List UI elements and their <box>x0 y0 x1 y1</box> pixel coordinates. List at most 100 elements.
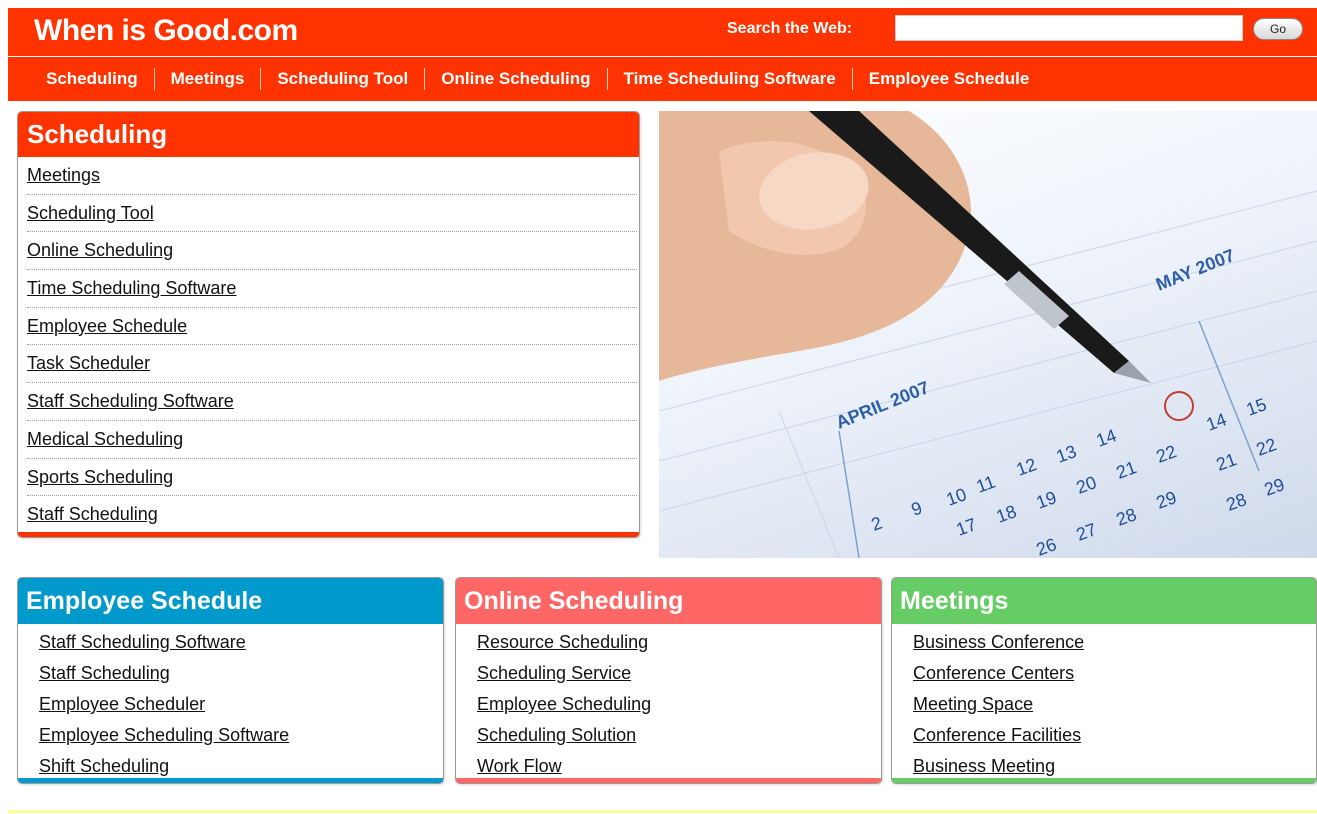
svg-text:19: 19 <box>1034 487 1060 513</box>
list-item: Time Scheduling Software <box>27 270 637 308</box>
site-logo[interactable]: When is Good.com <box>34 14 298 48</box>
svg-text:12: 12 <box>1014 454 1040 480</box>
svg-text:26: 26 <box>1034 534 1060 558</box>
footer-divider <box>8 810 1317 813</box>
list-item: Medical Scheduling <box>27 421 637 459</box>
nav-item-scheduling-tool[interactable]: Scheduling Tool <box>277 69 408 89</box>
scheduling-box: Scheduling Meetings Scheduling Tool Onli… <box>17 111 640 538</box>
go-button[interactable]: Go <box>1253 18 1303 40</box>
scheduling-link-list: Meetings Scheduling Tool Online Scheduli… <box>18 157 639 534</box>
employee-link[interactable]: Employee Scheduling Software <box>39 725 289 745</box>
online-link-list: Resource Scheduling Scheduling Service E… <box>456 624 881 783</box>
calendar-label-may: MAY 2007 <box>1153 245 1238 295</box>
nav-bar: Scheduling Meetings Scheduling Tool Onli… <box>8 57 1317 101</box>
nav-item-online-scheduling[interactable]: Online Scheduling <box>441 69 590 89</box>
svg-text:15: 15 <box>1244 394 1270 420</box>
meetings-link-list: Business Conference Conference Centers M… <box>892 624 1316 783</box>
box-bottom-stripe <box>18 532 639 537</box>
online-link[interactable]: Employee Scheduling <box>477 694 651 714</box>
box-bottom-stripe <box>456 778 881 783</box>
svg-text:14: 14 <box>1094 425 1120 451</box>
scheduling-link[interactable]: Staff Scheduling <box>27 504 158 524</box>
box-bottom-stripe <box>18 778 443 783</box>
list-item: Business Conference <box>913 628 1316 659</box>
scheduling-link[interactable]: Online Scheduling <box>27 240 173 260</box>
employee-link-list: Staff Scheduling Software Staff Scheduli… <box>18 624 443 783</box>
svg-text:22: 22 <box>1154 441 1180 467</box>
list-item: Staff Scheduling Software <box>27 383 637 421</box>
list-item: Scheduling Solution <box>477 721 881 752</box>
scheduling-link[interactable]: Time Scheduling Software <box>27 278 236 298</box>
meetings-box: Meetings Business Conference Conference … <box>891 577 1317 784</box>
nav-divider <box>424 68 426 90</box>
svg-text:14: 14 <box>1204 409 1230 435</box>
nav-item-scheduling[interactable]: Scheduling <box>46 69 138 89</box>
svg-text:2: 2 <box>869 513 885 535</box>
list-item: Meetings <box>27 157 637 195</box>
nav-divider <box>606 68 608 90</box>
list-item: Meeting Space <box>913 690 1316 721</box>
svg-text:17: 17 <box>954 514 980 540</box>
calendar-label-april: APRIL 2007 <box>833 377 932 433</box>
list-item: Online Scheduling <box>27 232 637 271</box>
online-link[interactable]: Scheduling Service <box>477 663 631 683</box>
meetings-box-title: Meetings <box>892 578 1316 624</box>
meetings-link[interactable]: Business Meeting <box>913 756 1055 776</box>
online-link[interactable]: Scheduling Solution <box>477 725 636 745</box>
scheduling-link[interactable]: Task Scheduler <box>27 353 150 373</box>
employee-link[interactable]: Employee Scheduler <box>39 694 205 714</box>
nav-item-time-scheduling-software[interactable]: Time Scheduling Software <box>624 69 836 89</box>
list-item: Task Scheduler <box>27 345 637 384</box>
nav-divider <box>153 68 155 90</box>
list-item: Employee Scheduling <box>477 690 881 721</box>
employee-schedule-box: Employee Schedule Staff Scheduling Softw… <box>17 577 444 784</box>
list-item: Conference Facilities <box>913 721 1316 752</box>
search-input[interactable] <box>895 15 1243 41</box>
employee-schedule-box-title: Employee Schedule <box>18 578 443 624</box>
list-item: Staff Scheduling <box>27 496 637 534</box>
list-item: Sports Scheduling <box>27 459 637 497</box>
calendar-pen-illustration: APRIL 2007 MAY 2007 2 9 10 11 12 13 14 1… <box>659 111 1317 558</box>
list-item: Scheduling Tool <box>27 195 637 233</box>
search-label: Search the Web: <box>727 20 853 37</box>
svg-text:28: 28 <box>1114 504 1140 530</box>
scheduling-link[interactable]: Employee Schedule <box>27 316 187 336</box>
scheduling-link[interactable]: Medical Scheduling <box>27 429 183 449</box>
employee-link[interactable]: Staff Scheduling Software <box>39 632 246 652</box>
online-scheduling-box: Online Scheduling Resource Scheduling Sc… <box>455 577 882 784</box>
list-item: Scheduling Service <box>477 659 881 690</box>
svg-text:21: 21 <box>1214 449 1240 475</box>
meetings-link[interactable]: Conference Centers <box>913 663 1074 683</box>
nav-links: Scheduling Meetings Scheduling Tool Onli… <box>46 68 1029 90</box>
svg-text:10: 10 <box>944 484 970 510</box>
svg-text:13: 13 <box>1054 441 1080 467</box>
scheduling-link[interactable]: Staff Scheduling Software <box>27 391 234 411</box>
list-item: Employee Scheduling Software <box>39 721 443 752</box>
scheduling-link[interactable]: Sports Scheduling <box>27 467 173 487</box>
svg-text:20: 20 <box>1074 472 1100 498</box>
svg-text:18: 18 <box>994 501 1020 527</box>
employee-link[interactable]: Shift Scheduling <box>39 756 169 776</box>
list-item: Conference Centers <box>913 659 1316 690</box>
meetings-link[interactable]: Business Conference <box>913 632 1084 652</box>
scheduling-link[interactable]: Meetings <box>27 165 100 185</box>
meetings-link[interactable]: Conference Facilities <box>913 725 1081 745</box>
list-item: Staff Scheduling <box>39 659 443 690</box>
svg-text:11: 11 <box>974 472 998 497</box>
box-bottom-stripe <box>892 778 1316 783</box>
svg-text:28: 28 <box>1224 489 1250 515</box>
svg-text:21: 21 <box>1114 457 1140 483</box>
meetings-link[interactable]: Meeting Space <box>913 694 1033 714</box>
list-item: Employee Scheduler <box>39 690 443 721</box>
scheduling-link[interactable]: Scheduling Tool <box>27 203 154 223</box>
nav-item-employee-schedule[interactable]: Employee Schedule <box>869 69 1030 89</box>
online-link[interactable]: Resource Scheduling <box>477 632 648 652</box>
list-item: Resource Scheduling <box>477 628 881 659</box>
nav-item-meetings[interactable]: Meetings <box>171 69 245 89</box>
svg-text:9: 9 <box>909 498 925 520</box>
online-link[interactable]: Work Flow <box>477 756 562 776</box>
employee-link[interactable]: Staff Scheduling <box>39 663 170 683</box>
svg-text:29: 29 <box>1262 474 1288 500</box>
svg-text:27: 27 <box>1074 519 1100 545</box>
nav-divider <box>260 68 262 90</box>
